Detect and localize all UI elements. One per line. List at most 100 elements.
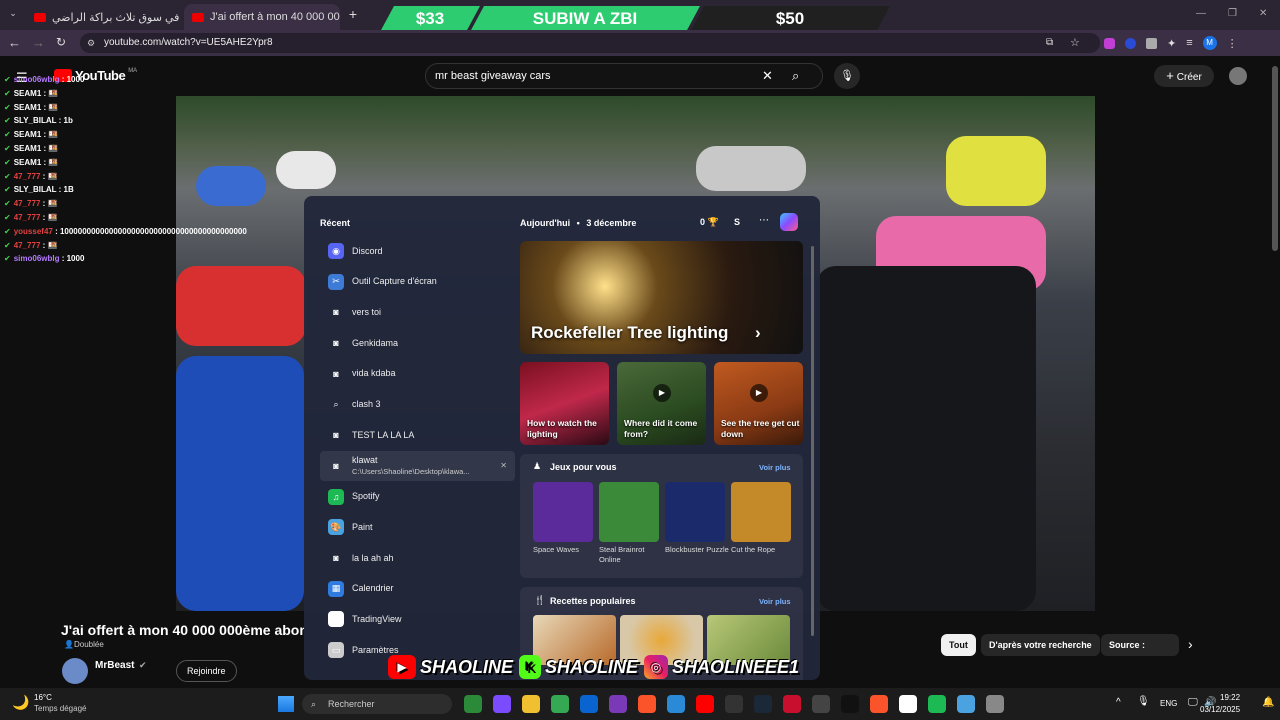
taskbar-visual-studio-icon[interactable] [609, 695, 627, 713]
forward-icon[interactable]: → [32, 35, 45, 50]
notification-icon[interactable]: 🔔 [1262, 697, 1274, 708]
recent-item[interactable]: ♫ Spotify [320, 482, 515, 512]
recent-item[interactable]: 🎨 Paint [320, 512, 515, 542]
tab-2-active[interactable]: J'ai offert à mon 40 000 000ème ✕ [184, 4, 340, 30]
chips-next-icon[interactable]: › [1188, 636, 1193, 652]
url-bar[interactable]: ⚙ youtube.com/watch?v=UE5AHE2Ypr8 ☆ ⧉ [80, 33, 1100, 53]
voice-search-icon[interactable]: 🎙 [834, 63, 860, 89]
recent-item[interactable]: ⌕ clash 3 [320, 390, 515, 420]
taskbar-obs-icon[interactable] [812, 695, 830, 713]
language-indicator[interactable]: ENG [1160, 699, 1177, 708]
taskbar-gallery-icon[interactable] [464, 695, 482, 713]
taskbar-mail-icon[interactable] [580, 695, 598, 713]
game-tile[interactable]: Blockbuster Puzzle [665, 482, 729, 555]
taskbar-steam-icon[interactable] [754, 695, 772, 713]
search-icon[interactable]: ⌕ [792, 64, 799, 88]
close-window-icon[interactable]: ✕ [1259, 8, 1267, 19]
recent-item[interactable]: ◙ Genkidama [320, 328, 515, 358]
taskbar-brave-icon[interactable] [870, 695, 888, 713]
create-button[interactable]: + Créer [1154, 65, 1214, 87]
game-tile[interactable]: Steal Brainrot Online [599, 482, 663, 565]
taskbar-file-explorer-icon[interactable] [522, 695, 540, 713]
install-app-icon[interactable]: ⧉ [1046, 33, 1053, 53]
extension-icon[interactable] [1104, 37, 1115, 49]
taskbar-settings-icon[interactable] [986, 695, 1004, 713]
game-tile[interactable]: Space Waves [533, 482, 597, 555]
recent-item[interactable]: ◙ vida kdaba [320, 359, 515, 389]
weather-desc[interactable]: Temps dégagé [34, 704, 86, 713]
taskbar-spotify-icon[interactable] [928, 695, 946, 713]
recipes-see-more-link[interactable]: Voir plus [759, 597, 791, 606]
remove-recent-icon[interactable]: ✕ [500, 461, 507, 470]
extension-icon[interactable] [1125, 37, 1136, 49]
taskbar-tradingview-icon[interactable] [899, 695, 917, 713]
site-info-icon[interactable]: ⚙ [87, 33, 95, 53]
news-tile-1[interactable]: How to watch the lighting [520, 362, 609, 445]
taskbar-brave-icon[interactable] [638, 695, 656, 713]
scrollbar[interactable] [1272, 66, 1278, 251]
channel-avatar[interactable] [62, 658, 88, 684]
recent-item[interactable]: TV TradingView [320, 604, 515, 634]
taskbar-paint-icon[interactable] [957, 695, 975, 713]
weather-temp[interactable]: 16°C [34, 693, 52, 702]
taskbar-chrome-icon[interactable] [551, 695, 569, 713]
start-menu-scrollbar[interactable] [811, 246, 814, 636]
games-see-more-link[interactable]: Voir plus [759, 463, 791, 472]
microphone-icon[interactable]: 🎙 [1137, 696, 1150, 707]
weather-icon[interactable]: 🌙 [12, 694, 29, 711]
more-options-icon[interactable]: ⋯ [759, 215, 769, 226]
taskbar-copilot-icon[interactable] [493, 695, 511, 713]
network-icon[interactable]: 🖵 [1188, 697, 1198, 708]
media-control-icon[interactable]: ≡ [1186, 37, 1192, 49]
show-hidden-icons-icon[interactable]: ^ [1116, 697, 1121, 708]
news-tile-2[interactable]: ▶ Where did it come from? [617, 362, 706, 445]
chip-all[interactable]: Tout [941, 634, 976, 656]
new-tab-button[interactable]: + [346, 6, 360, 22]
taskbar-fortnite-icon[interactable] [725, 695, 743, 713]
profile-avatar[interactable]: M [1202, 36, 1217, 50]
hero-tile[interactable]: Rockefeller Tree lighting › [520, 241, 803, 354]
recent-item[interactable]: ◙ klawat C:\Users\Shaoline\Desktop\klawa..… [320, 450, 515, 481]
recent-item[interactable]: ▦ Calendrier [320, 574, 515, 604]
chat-text: 🍱 [48, 88, 59, 98]
account-avatar[interactable] [1229, 67, 1247, 85]
taskbar-xm-icon[interactable] [841, 695, 859, 713]
taskbar-photos-icon[interactable] [667, 695, 685, 713]
recent-item-label: Calendrier [352, 583, 394, 594]
minimize-icon[interactable]: — [1196, 8, 1206, 19]
join-button[interactable]: Rejoindre [176, 660, 237, 682]
puzzle-icon[interactable]: ✦ [1167, 37, 1176, 50]
taskbar-app-icon[interactable] [783, 695, 801, 713]
recent-item[interactable]: ◙ TEST LA LA LA [320, 420, 515, 450]
windows-start-icon[interactable] [278, 696, 294, 712]
search-input[interactable]: mr beast giveaway cars ✕ ⌕ [425, 63, 823, 89]
back-icon[interactable]: ← [8, 35, 21, 50]
recent-item[interactable]: ◙ la la ah ah [320, 543, 515, 573]
tab-list-dropdown-icon[interactable]: ⌄ [6, 8, 20, 22]
widget-avatar[interactable]: S [734, 217, 740, 227]
bookmark-star-icon[interactable]: ☆ [1070, 33, 1080, 53]
chip-from-search[interactable]: D'après votre recherche [981, 634, 1100, 656]
recent-item[interactable]: ◉ Discord [320, 236, 515, 266]
chip-source[interactable]: Source : MrBea [1101, 634, 1179, 656]
game-thumbnail [599, 482, 659, 542]
channel-name[interactable]: MrBeast [95, 660, 134, 671]
news-tile-3[interactable]: ▶ See the tree get cut down [714, 362, 803, 445]
tab-1[interactable]: جولتي في سوق تلاث براكة الراضي ✕ [26, 4, 182, 30]
recent-item[interactable]: ◙ vers toi [320, 297, 515, 327]
clock-date[interactable]: 03/12/2025 [1200, 705, 1240, 714]
clock-time[interactable]: 19:22 [1220, 693, 1240, 702]
taskbar-search-input[interactable]: ⌕ Rechercher [302, 694, 452, 714]
reload-icon[interactable]: ↻ [56, 35, 66, 49]
extension-icon[interactable] [1146, 37, 1157, 49]
copilot-icon[interactable] [780, 213, 798, 231]
maximize-icon[interactable]: ❐ [1228, 8, 1237, 19]
chat-text: 🍱 [47, 240, 58, 250]
recent-item[interactable]: ✂ Outil Capture d'écran [320, 267, 515, 297]
rewards-points[interactable]: 0 🏆 [700, 217, 719, 228]
chat-message: ✔ 47_777 : 🍱 [4, 213, 58, 222]
game-tile[interactable]: Cut the Rope [731, 482, 795, 555]
menu-dots-icon[interactable]: ⋮ [1227, 37, 1238, 50]
taskbar-youtube-icon[interactable] [696, 695, 714, 713]
clear-search-icon[interactable]: ✕ [762, 64, 773, 88]
